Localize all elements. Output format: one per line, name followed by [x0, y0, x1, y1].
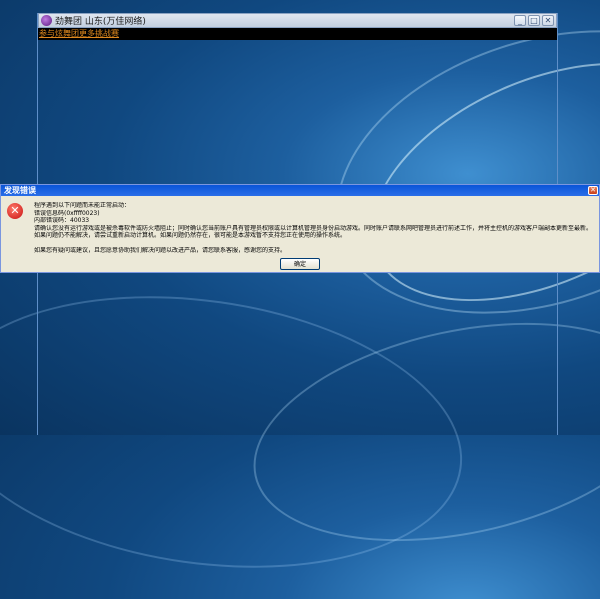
message-line: 请确认您没有运行游戏或是被杀毒软件或防火墙阻止；同时确认您当前账户具有管理员权限…	[34, 224, 593, 240]
maximize-button[interactable]: □	[528, 15, 540, 26]
error-message: 程序遇到以下问题而未能正常启动： 错误信息码(0xffff0023) 内部错误码…	[34, 202, 593, 255]
message-line: 如果您有疑问或建议，且您愿意协助我们解决问题以改进产品，请您联系客服，感谢您的支…	[34, 246, 287, 254]
app-icon	[41, 15, 52, 26]
minimize-button[interactable]: _	[514, 15, 526, 26]
game-window-title: 劲舞团 山东(万佳网络)	[55, 17, 146, 27]
message-line: 程序遇到以下问题而未能正常启动：	[34, 202, 131, 209]
game-window-titlebar[interactable]: 劲舞团 山东(万佳网络) _ □ ✕	[38, 13, 557, 28]
message-line: 内部错误码：40033	[34, 217, 90, 225]
ok-button[interactable]: 确定	[280, 258, 320, 270]
error-dialog: 发现错误 ✕ ✕ 程序遇到以下问题而未能正常启动： 错误信息码(0xffff00…	[0, 184, 600, 273]
game-link[interactable]: 参与炫舞团更多挑战赛	[38, 28, 557, 40]
dialog-close-button[interactable]: ✕	[588, 186, 598, 195]
error-icon: ✕	[7, 203, 23, 219]
message-line: 错误信息码(0xffff0023)	[34, 209, 100, 217]
dialog-title: 发现错误	[4, 186, 36, 195]
close-button[interactable]: ✕	[542, 15, 554, 26]
dialog-titlebar[interactable]: 发现错误 ✕	[1, 185, 599, 196]
